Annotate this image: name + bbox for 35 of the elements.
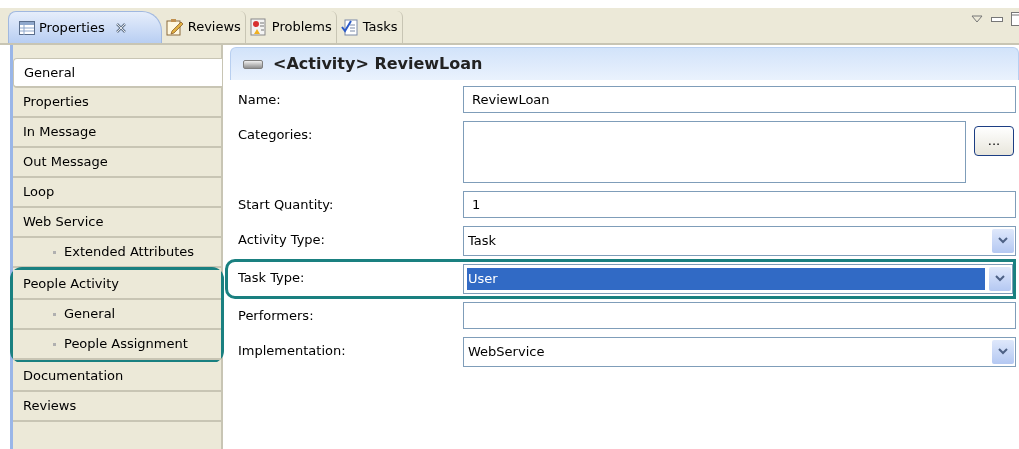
text-field[interactable] — [463, 302, 1016, 329]
field-label: Implementation: — [238, 342, 347, 360]
view-menu-icon[interactable] — [971, 15, 983, 23]
problems-icon — [249, 18, 268, 36]
dropdown[interactable]: User — [463, 264, 1013, 294]
field-label: Name: — [238, 91, 282, 109]
field-label: Categories: — [238, 126, 314, 144]
field-label: Activity Type: — [238, 231, 326, 249]
dropdown[interactable]: WebService — [463, 337, 1016, 367]
list-field[interactable] — [463, 121, 966, 183]
activity-icon — [243, 59, 263, 69]
text-field[interactable]: ReviewLoan — [463, 86, 1016, 113]
sidebar-item[interactable]: People Activity — [13, 270, 221, 300]
sidebar-item[interactable]: Documentation — [13, 362, 221, 392]
dropdown-value: User — [467, 268, 985, 290]
close-icon[interactable] — [114, 21, 127, 34]
bullet-icon — [53, 250, 56, 254]
bullet-icon — [53, 312, 56, 316]
table-icon — [19, 20, 35, 35]
view-tab[interactable]: Problems — [245, 11, 337, 43]
dropdown[interactable]: Task — [463, 226, 1016, 256]
panel-title: <Activity> ReviewLoan — [273, 53, 483, 75]
minimize-icon[interactable] — [991, 16, 1003, 22]
notepad-icon — [165, 18, 184, 36]
checklist-icon — [340, 18, 359, 36]
view-tab[interactable]: Reviews — [161, 11, 246, 43]
field-label: Performers: — [238, 307, 315, 325]
bullet-icon — [53, 342, 56, 346]
sidebar-item[interactable]: General — [13, 58, 223, 88]
text-field[interactable]: 1 — [463, 191, 1016, 218]
view-tab[interactable]: Tasks — [336, 11, 403, 43]
field-label: Start Quantity: — [238, 196, 335, 214]
field-label: Task Type: — [238, 269, 306, 287]
browse-button[interactable]: ... — [974, 126, 1014, 156]
view-tab[interactable]: Properties — [8, 11, 162, 43]
